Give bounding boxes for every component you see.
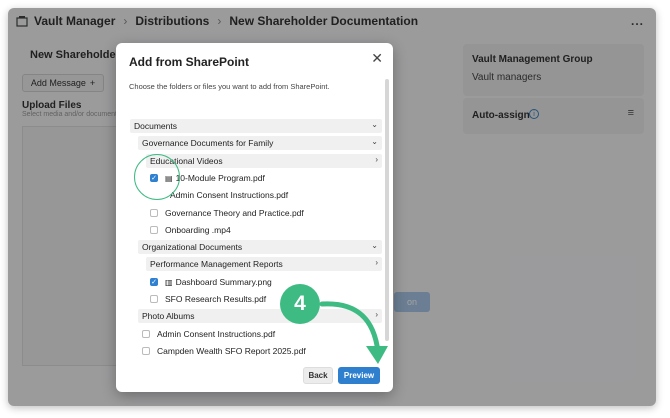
checkbox[interactable] <box>150 295 158 303</box>
file-row[interactable]: SFO Research Results.pdf <box>150 292 266 306</box>
checkbox-checked[interactable]: ✓ <box>150 278 158 286</box>
chevron-right-icon[interactable]: › <box>375 258 378 267</box>
file-row[interactable]: Admin Consent Instructions.pdf <box>170 188 288 202</box>
file-label: 10-Module Program.pdf <box>175 173 265 183</box>
arrow-icon <box>319 301 388 364</box>
step-badge: 4 <box>280 284 320 324</box>
chevron-down-icon[interactable]: ⌄ <box>371 120 378 129</box>
folder-label: Documents <box>134 121 177 131</box>
file-label: Admin Consent Instructions.pdf <box>157 329 276 339</box>
file-row[interactable]: Admin Consent Instructions.pdf <box>142 327 275 341</box>
folder-organizational[interactable]: Organizational Documents ⌄ <box>138 240 382 254</box>
folder-label: Photo Albums <box>142 311 195 321</box>
chevron-down-icon[interactable]: ⌄ <box>371 241 378 250</box>
folder-governance[interactable]: Governance Documents for Family ⌄ <box>138 136 382 150</box>
app-window: Vault Manager › Distributions › New Shar… <box>8 8 656 406</box>
modal-title: Add from SharePoint <box>129 55 250 69</box>
file-label: Admin Consent Instructions.pdf <box>170 190 289 200</box>
chart-file-icon: ▥ <box>165 277 173 287</box>
folder-label: Organizational Documents <box>142 242 243 252</box>
folder-label: Governance Documents for Family <box>142 138 274 148</box>
file-label: Onboarding .mp4 <box>165 225 231 235</box>
folder-performance-reports[interactable]: Performance Management Reports › <box>146 257 382 271</box>
file-row[interactable]: Onboarding .mp4 <box>150 223 231 237</box>
file-row[interactable]: ✓ ▥ Dashboard Summary.png <box>150 275 272 289</box>
folder-educational-videos[interactable]: Educational Videos › <box>146 154 382 168</box>
chevron-right-icon[interactable]: › <box>375 155 378 164</box>
checkbox[interactable] <box>142 347 150 355</box>
folder-label: Performance Management Reports <box>150 259 283 269</box>
checkbox[interactable] <box>150 209 158 217</box>
highlight-circle <box>134 154 180 200</box>
modal-description: Choose the folders or files you want to … <box>129 82 330 91</box>
file-row[interactable]: Governance Theory and Practice.pdf <box>150 206 304 220</box>
close-icon[interactable]: ✕ <box>371 50 383 67</box>
file-label: Campden Wealth SFO Report 2025.pdf <box>157 346 306 356</box>
folder-documents[interactable]: Documents ⌄ <box>130 119 382 133</box>
file-label: SFO Research Results.pdf <box>165 294 267 304</box>
checkbox[interactable] <box>142 330 150 338</box>
checkbox[interactable] <box>150 226 158 234</box>
file-label: Governance Theory and Practice.pdf <box>165 208 304 218</box>
file-row[interactable]: Campden Wealth SFO Report 2025.pdf <box>142 344 306 358</box>
file-label: Dashboard Summary.png <box>175 277 272 287</box>
chevron-down-icon[interactable]: ⌄ <box>371 137 378 146</box>
